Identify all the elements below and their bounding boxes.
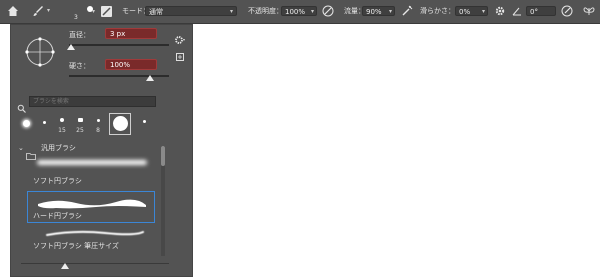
smoothing-field[interactable]: 0% ▾ [455,6,488,16]
tool-preset-chevron-icon[interactable]: ▾ [47,7,50,15]
tip-size: 8 [96,127,100,134]
preset-name: ソフト円ブラシ [33,177,82,185]
home-icon[interactable] [7,5,19,17]
soft-stroke-preview [37,160,147,165]
mode-value: 通常 [149,8,163,16]
recent-brush-tips: 15 25 8 [19,113,169,136]
size-label: 直径： [69,31,90,39]
hard-stroke-preview [38,199,146,209]
hardness-value: 100% [110,61,131,69]
size-field[interactable]: 3 px [105,28,157,39]
flow-value: 90% [366,8,382,16]
size-slider-knob[interactable] [67,44,75,50]
smoothing-value: 0% [459,8,471,16]
tip-size: 15 [58,127,66,134]
recent-tip[interactable] [137,114,151,134]
presets-scroll-thumb[interactable] [161,146,165,166]
recent-tip[interactable] [37,114,51,134]
tip-soft-dot [22,120,30,127]
hardness-slider-knob[interactable] [146,75,154,81]
opacity-field[interactable]: 100% ▾ [281,6,317,16]
tip-hard-dot [112,116,128,131]
preview-size-slider-track[interactable] [21,263,169,264]
hardness-label: 硬さ： [69,62,90,70]
recent-tip-selected[interactable] [109,113,131,135]
brush-size-readout: 3 [74,14,78,21]
opacity-chevron-icon: ▾ [310,8,314,15]
brush-search-input[interactable] [29,96,156,107]
search-icon [17,98,26,113]
brush-preset-soft-round[interactable]: ソフト円ブラシ [27,153,157,188]
angle-icon [512,6,522,16]
smoothing-chevron-icon: ▾ [481,8,485,15]
angle-value: 0° [530,8,538,16]
recent-tip[interactable]: 25 [73,114,87,134]
pressure-opacity-icon[interactable] [322,5,334,17]
brush-picker-chevron-icon: ▾ [92,8,96,15]
brush-preset-picker[interactable]: 3 ▾ [68,2,98,21]
tip-dot [96,119,100,122]
brush-group-name: 汎用ブラシ [41,144,76,152]
new-preset-icon[interactable] [176,53,184,61]
hardness-field[interactable]: 100% [105,59,157,70]
flow-field[interactable]: 90% ▾ [362,6,395,16]
brush-preset-hard-round[interactable]: ハード円ブラシ [27,191,155,223]
recent-tip[interactable]: 8 [91,114,105,134]
tip-dot [60,118,64,122]
smoothing-label: 滑らかさ： [420,7,455,15]
brush-settings-toggle-icon[interactable] [101,6,112,17]
smoothing-options-gear-icon[interactable] [494,5,506,17]
preset-name: ソフト円ブラシ 筆圧サイズ [33,242,119,250]
panel-settings-gear-icon[interactable] [174,30,186,44]
pressure-size-icon[interactable] [561,5,573,17]
tip-dot [142,120,146,123]
preset-name: ハード円ブラシ [33,212,82,220]
size-slider-track[interactable] [69,44,169,46]
mode-chevron-icon: ▾ [229,8,233,15]
brush-preset-panel: 直径： 3 px 硬さ： 100% 15 25 [10,24,193,277]
presets-scrollbar[interactable] [161,146,165,256]
group-chevron-icon[interactable]: ⌄ [18,144,24,152]
size-value: 3 px [110,30,126,38]
tip-size: 25 [76,127,84,134]
brush-preset-soft-round-pressure[interactable]: ソフト円ブラシ 筆圧サイズ [27,225,157,253]
options-bar: ▾ 3 ▾ モード： 通常 ▾ 不透明度： 100% ▾ 流量： 90% ▾ 滑… [0,0,600,24]
brush-tool-icon[interactable] [32,5,44,17]
opacity-value: 100% [285,8,306,16]
preview-size-slider-knob[interactable] [61,263,69,269]
tip-dot [42,121,46,124]
angle-field[interactable]: 0° [526,6,556,16]
flow-chevron-icon: ▾ [388,8,392,15]
airbrush-icon[interactable] [401,5,413,17]
pressure-stroke-preview [46,230,144,236]
mode-dropdown[interactable]: 通常 ▾ [145,6,237,16]
symmetry-butterfly-icon[interactable] [583,5,595,17]
recent-tip[interactable] [19,114,33,134]
recent-tip[interactable]: 15 [55,114,69,134]
opacity-label: 不透明度： [248,7,283,15]
tip-dot [77,118,83,122]
hardness-slider-track[interactable] [69,75,169,77]
folder-icon [26,145,36,160]
brush-angle-roundness-widget[interactable] [23,35,57,69]
